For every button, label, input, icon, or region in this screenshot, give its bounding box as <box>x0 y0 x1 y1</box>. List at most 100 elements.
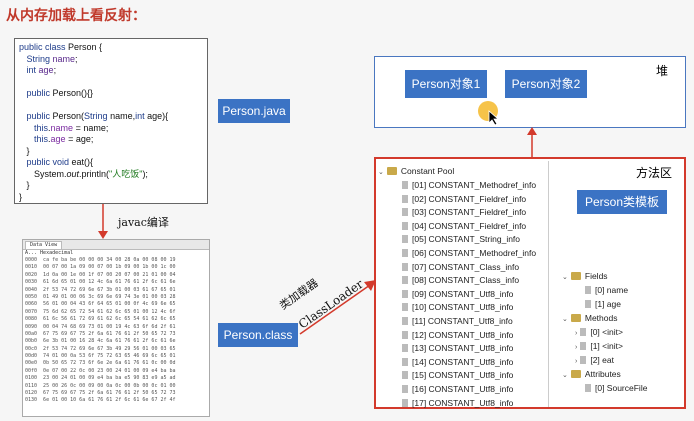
constant-pool-item[interactable]: [03] CONSTANT_Fieldref_info <box>402 207 526 217</box>
constant-pool-item-label: [04] CONSTANT_Fieldref_info <box>412 220 527 231</box>
file-icon <box>585 384 591 392</box>
constant-pool-item-label: [10] CONSTANT_Utf8_info <box>412 302 514 313</box>
code-token: .println( <box>79 168 110 179</box>
constant-pool-item[interactable]: [08] CONSTANT_Class_info <box>402 275 519 285</box>
person-class-template: Person类模板 <box>577 190 667 214</box>
tree-node[interactable]: › [0] <init> <box>575 327 623 337</box>
constant-pool-item[interactable]: [15] CONSTANT_Utf8_info <box>402 370 513 380</box>
person-class-label: Person.class <box>218 323 298 347</box>
code-token: ; <box>75 53 78 64</box>
file-icon <box>402 303 408 312</box>
hex-row: 0000 ca fe ba be 00 00 00 34 00 28 0a 00… <box>25 257 176 263</box>
code-line: } <box>19 192 203 204</box>
code-token: ); <box>142 168 148 179</box>
file-icon <box>402 330 408 339</box>
constant-pool-item[interactable]: [17] CONSTANT_Utf8_info <box>402 398 513 408</box>
constant-pool-item[interactable]: [14] CONSTANT_Utf8_info <box>402 357 513 367</box>
constant-pool-item[interactable]: [01] CONSTANT_Methodref_info <box>402 180 536 190</box>
chevron-down-icon: ⌄ <box>562 372 568 379</box>
hex-row: 00f0 0e 07 00 22 0c 00 23 00 24 01 00 09… <box>25 367 176 374</box>
code-token: "人吃饭" <box>109 168 143 179</box>
javac-label: javac编译 <box>118 216 169 229</box>
hex-row: 00e0 0b 50 65 72 73 6f 6e 2e 6a 61 76 61… <box>25 360 176 367</box>
constant-pool-item-label: [15] CONSTANT_Utf8_info <box>412 370 514 381</box>
file-icon <box>402 398 408 407</box>
hex-row: 00c0 2f 53 74 72 69 6e 67 3b 49 29 56 01… <box>25 345 176 352</box>
tree-node[interactable]: › [2] eat <box>575 355 614 365</box>
file-icon <box>402 357 408 366</box>
file-icon <box>402 289 408 298</box>
constant-pool-item[interactable]: [16] CONSTANT_Utf8_info <box>402 384 513 394</box>
hex-row: 0130 6e 01 00 10 6a 61 76 61 2f 6c 61 6e… <box>25 397 176 404</box>
person-java-label: Person.java <box>218 99 290 123</box>
code-token: out <box>66 168 80 179</box>
constant-pool-item[interactable]: [05] CONSTANT_String_info <box>402 234 520 244</box>
constant-pool-item-label: [08] CONSTANT_Class_info <box>412 275 520 286</box>
constant-pool-root[interactable]: ⌄ Constant Pool <box>378 166 454 176</box>
code-token: = age; <box>65 134 94 144</box>
heap-label: 堆 <box>656 64 669 78</box>
constant-pool-item-label: [03] CONSTANT_Fieldref_info <box>412 207 527 218</box>
code-line: int age; <box>19 65 203 77</box>
tree-leaf[interactable]: [0] name <box>585 285 628 295</box>
fields-node[interactable]: ⌄ Fields <box>562 271 608 281</box>
constant-pool-item[interactable]: [04] CONSTANT_Fieldref_info <box>402 221 526 231</box>
attributes-node[interactable]: ⌄ Attributes <box>562 369 621 379</box>
code-token: Person(){} <box>52 88 94 98</box>
constant-pool-item-label: [16] CONSTANT_Utf8_info <box>412 384 514 394</box>
code-token: name <box>52 53 76 64</box>
constant-pool-item[interactable]: [07] CONSTANT_Class_info <box>402 262 519 272</box>
mouse-pointer-icon <box>488 110 500 126</box>
code-token: int <box>26 65 39 75</box>
method-area-divider <box>548 161 549 407</box>
file-icon <box>402 344 408 353</box>
code-token: public <box>26 88 53 98</box>
hex-row: 00b0 6e 3b 01 00 16 28 4c 6a 61 76 61 2f… <box>25 338 176 345</box>
constant-pool-item-label: [14] CONSTANT_Utf8_info <box>412 356 514 367</box>
file-icon <box>402 385 408 393</box>
hex-header: A... Hexadecimal <box>25 250 74 256</box>
code-token: String <box>26 53 53 64</box>
chevron-right-icon: › <box>575 358 578 365</box>
constant-pool-item[interactable]: [10] CONSTANT_Utf8_info <box>402 302 513 312</box>
file-icon <box>585 300 591 308</box>
constant-pool-item[interactable]: [06] CONSTANT_Methodref_info <box>402 248 536 258</box>
tree-leaf[interactable]: [1] age <box>585 299 621 309</box>
code-token: int <box>135 111 148 121</box>
file-icon <box>580 342 587 350</box>
constant-pool-item[interactable]: [02] CONSTANT_Fieldref_info <box>402 194 526 204</box>
constant-pool-item[interactable]: [12] CONSTANT_Utf8_info <box>402 330 513 340</box>
file-icon <box>585 286 591 294</box>
hex-row: 00a0 67 75 69 67 75 2f 6a 61 76 61 2f 50… <box>25 330 176 337</box>
chevron-right-icon: › <box>575 344 578 351</box>
hex-row: 0040 2f 53 74 72 69 6e 67 3b 01 00 03 61… <box>25 286 176 293</box>
code-line: } <box>19 146 203 158</box>
code-line: System.out.println("人吃饭"); <box>19 169 203 181</box>
code-token: public class <box>19 42 69 52</box>
constant-pool-item[interactable]: [09] CONSTANT_Utf8_info <box>402 289 513 299</box>
constant-pool-item-label: [02] CONSTANT_Fieldref_info <box>412 193 527 204</box>
constant-pool-item-label: [05] CONSTANT_String_info <box>412 234 521 245</box>
file-icon <box>402 181 408 189</box>
code-line: this.name = name; <box>19 123 203 135</box>
methods-node[interactable]: ⌄ Methods <box>562 313 617 323</box>
constant-pool-item[interactable]: [11] CONSTANT_Utf8_info <box>402 316 513 326</box>
code-line: public class Person { <box>19 42 203 54</box>
code-token: public void <box>26 157 72 167</box>
javac-arrow <box>98 204 108 239</box>
hex-view-tab[interactable]: Data View <box>25 241 63 250</box>
code-token: eat(){ <box>71 157 94 167</box>
constant-pool-item[interactable]: [13] CONSTANT_Utf8_info <box>402 343 513 353</box>
code-line: public Person(){} <box>19 88 203 100</box>
constant-pool-item-label: [01] CONSTANT_Methodref_info <box>412 180 537 190</box>
tree-leaf[interactable]: [0] SourceFile <box>585 383 647 393</box>
code-token: age <box>38 65 54 75</box>
tree-node[interactable]: › [1] <init> <box>575 341 623 351</box>
constant-pool-item-label: [13] CONSTANT_Utf8_info <box>412 343 514 354</box>
file-icon <box>402 249 408 257</box>
